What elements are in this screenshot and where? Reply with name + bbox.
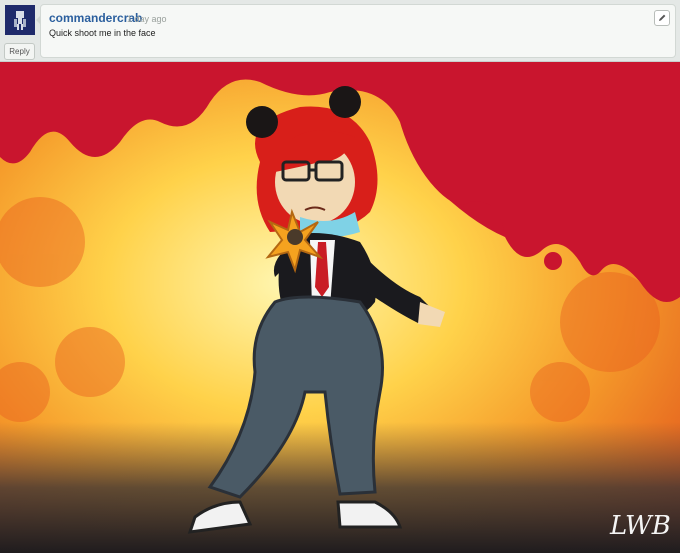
artist-signature: LWB — [609, 511, 671, 541]
artwork-image: LWB — [0, 62, 680, 553]
comment-card: commandercrab 1 day ago Quick shoot me i… — [36, 4, 676, 58]
edit-button[interactable] — [654, 10, 670, 26]
reply-button[interactable]: Reply — [4, 43, 35, 60]
comment-pointer — [36, 15, 41, 25]
comment-body: Quick shoot me in the face — [49, 28, 156, 38]
comment-thread: commandercrab 1 day ago Quick shoot me i… — [0, 0, 680, 62]
pencil-icon — [658, 9, 667, 27]
comment-timestamp[interactable]: 1 day ago — [127, 14, 167, 24]
avatar[interactable] — [5, 5, 35, 35]
